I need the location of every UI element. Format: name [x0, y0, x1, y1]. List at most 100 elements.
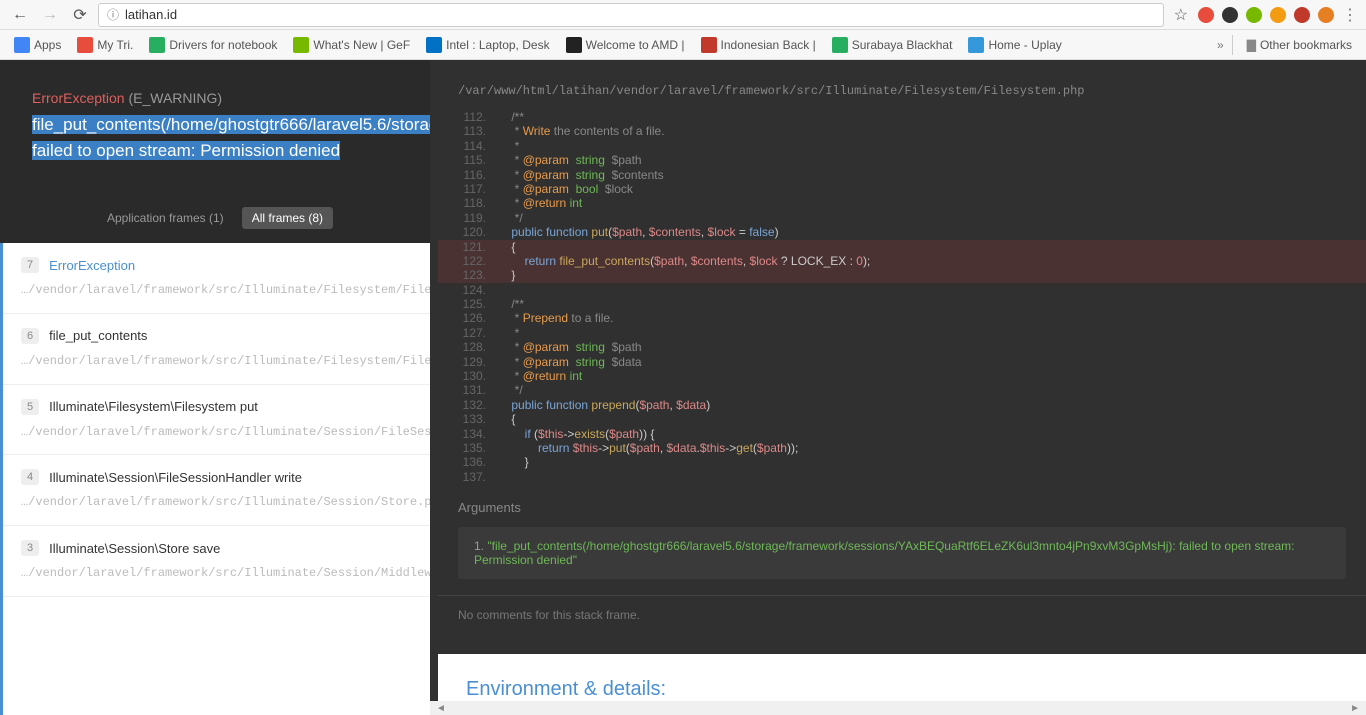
- code-line: 113. * Write the contents of a file.: [438, 124, 1366, 138]
- bookmark-label: What's New | GeF: [313, 38, 410, 52]
- stack-frame[interactable]: 5 Illuminate\Filesystem\Filesystem put ……: [3, 385, 430, 456]
- bookmark-label: Surabaya Blackhat: [852, 38, 953, 52]
- arguments-label: Arguments: [458, 500, 1346, 515]
- reload-button[interactable]: ⟳: [68, 3, 92, 27]
- extension-icon[interactable]: [1222, 7, 1238, 23]
- bookmark-item[interactable]: Surabaya Blackhat: [826, 33, 959, 57]
- code-text: return $this->put($path, $data.$this->ge…: [498, 441, 1366, 455]
- bookmark-star-icon[interactable]: ☆: [1170, 5, 1192, 25]
- line-number: 116.: [438, 168, 498, 182]
- code-line: 131. */: [438, 383, 1366, 397]
- other-bookmarks[interactable]: ▇ Other bookmarks: [1241, 34, 1358, 56]
- code-text: * Write the contents of a file.: [498, 124, 1366, 138]
- bookmark-favicon: [426, 37, 442, 53]
- code-line: 114. *: [438, 139, 1366, 153]
- code-text: [498, 283, 1366, 297]
- bookmarks-overflow-icon[interactable]: »: [1217, 38, 1224, 52]
- line-number: 119.: [438, 211, 498, 225]
- frame-name: Illuminate\Session\FileSessionHandler wr…: [49, 470, 302, 485]
- extension-icon[interactable]: [1246, 7, 1262, 23]
- stack-frame[interactable]: 6 file_put_contents …/vendor/laravel/fra…: [3, 314, 430, 385]
- code-line: 127. *: [438, 326, 1366, 340]
- comments-note: No comments for this stack frame.: [438, 595, 1366, 634]
- line-number: 128.: [438, 340, 498, 354]
- line-number: 120.: [438, 225, 498, 239]
- code-text: * @param string $path: [498, 153, 1366, 167]
- line-number: 132.: [438, 398, 498, 412]
- stack-sidebar: ErrorException (E_WARNING) file_put_cont…: [0, 60, 430, 715]
- bookmark-item[interactable]: Intel : Laptop, Desk: [420, 33, 555, 57]
- code-text: }: [498, 455, 1366, 469]
- code-text: public function prepend($path, $data): [498, 398, 1366, 412]
- bookmark-label: Welcome to AMD |: [586, 38, 685, 52]
- code-text: {: [498, 240, 1366, 254]
- scroll-left-icon[interactable]: ◄: [430, 703, 452, 714]
- extension-icon[interactable]: [1270, 7, 1286, 23]
- bookmark-item[interactable]: My Tri.: [71, 33, 139, 57]
- bookmark-favicon: [968, 37, 984, 53]
- code-text: public function put($path, $contents, $l…: [498, 225, 1366, 239]
- bookmark-favicon: [149, 37, 165, 53]
- bookmark-label: My Tri.: [97, 38, 133, 52]
- bookmark-favicon: [701, 37, 717, 53]
- code-line: 112. /**: [438, 110, 1366, 124]
- frame-path: …/vendor/laravel/framework/src/Illuminat…: [21, 423, 412, 441]
- code-line: 125. /**: [438, 297, 1366, 311]
- code-text: * @return int: [498, 196, 1366, 210]
- horizontal-scrollbar[interactable]: ◄ ►: [430, 701, 1366, 715]
- scroll-right-icon[interactable]: ►: [1344, 703, 1366, 714]
- bookmark-label: Apps: [34, 38, 61, 52]
- frame-path: …/vendor/laravel/framework/src/Illuminat…: [21, 564, 412, 582]
- frame-number: 4: [21, 469, 39, 485]
- code-line: 136. }: [438, 455, 1366, 469]
- frame-name: Illuminate\Session\Store save: [49, 541, 220, 556]
- code-text: * @return int: [498, 369, 1366, 383]
- line-number: 114.: [438, 139, 498, 153]
- code-text: /**: [498, 297, 1366, 311]
- back-button[interactable]: ←: [8, 3, 32, 27]
- tab-all-frames[interactable]: All frames (8): [242, 207, 333, 229]
- code-text: * @param string $contents: [498, 168, 1366, 182]
- bookmark-item[interactable]: Drivers for notebook: [143, 33, 283, 57]
- code-line: 115. * @param string $path: [438, 153, 1366, 167]
- panel-resizer[interactable]: [430, 60, 438, 715]
- stack-frame[interactable]: 3 Illuminate\Session\Store save …/vendor…: [3, 526, 430, 597]
- bookmark-item[interactable]: Welcome to AMD |: [560, 33, 691, 57]
- line-number: 131.: [438, 383, 498, 397]
- extension-icon[interactable]: [1198, 7, 1214, 23]
- stack-frame[interactable]: 7 ErrorException …/vendor/laravel/framew…: [3, 243, 430, 314]
- line-number: 137.: [438, 470, 498, 484]
- code-text: *: [498, 139, 1366, 153]
- code-text: *: [498, 326, 1366, 340]
- code-line: 133. {: [438, 412, 1366, 426]
- bookmark-item[interactable]: Indonesian Back |: [695, 33, 822, 57]
- stack-frame[interactable]: 4 Illuminate\Session\FileSessionHandler …: [3, 455, 430, 526]
- tab-app-frames[interactable]: Application frames (1): [97, 207, 234, 229]
- bookmark-item[interactable]: Apps: [8, 33, 67, 57]
- code-line: 129. * @param string $data: [438, 355, 1366, 369]
- line-number: 135.: [438, 441, 498, 455]
- bookmark-favicon: [293, 37, 309, 53]
- code-line: 119. */: [438, 211, 1366, 225]
- code-line: 128. * @param string $path: [438, 340, 1366, 354]
- code-line: 137.: [438, 470, 1366, 484]
- site-info-icon[interactable]: ⓘ: [107, 6, 119, 23]
- bookmark-favicon: [77, 37, 93, 53]
- extension-icon[interactable]: [1318, 7, 1334, 23]
- folder-icon: ▇: [1247, 38, 1256, 52]
- code-text: }: [498, 268, 1366, 282]
- error-class: ErrorException: [32, 90, 125, 106]
- bookmark-item[interactable]: What's New | GeF: [287, 33, 416, 57]
- code-line: 120. public function put($path, $content…: [438, 225, 1366, 239]
- frame-number: 3: [21, 540, 39, 556]
- menu-icon[interactable]: ⋮: [1342, 5, 1358, 25]
- bookmark-label: Indonesian Back |: [721, 38, 816, 52]
- code-line: 126. * Prepend to a file.: [438, 311, 1366, 325]
- extension-icon[interactable]: [1294, 7, 1310, 23]
- bookmark-item[interactable]: Home - Uplay: [962, 33, 1067, 57]
- address-bar[interactable]: ⓘ latihan.id: [98, 3, 1164, 27]
- line-number: 134.: [438, 427, 498, 441]
- frame-tabs: Application frames (1) All frames (8): [0, 193, 430, 243]
- line-number: 113.: [438, 124, 498, 138]
- forward-button[interactable]: →: [38, 3, 62, 27]
